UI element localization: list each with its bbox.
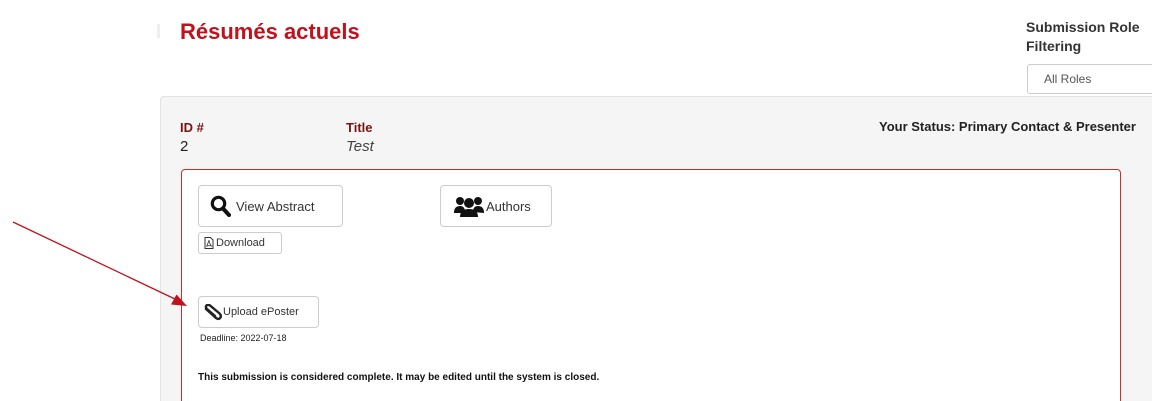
faint-edge-mark [157, 24, 160, 38]
role-filter: Submission Role Filtering All Roles [1026, 18, 1152, 94]
id-value: 2 [180, 138, 189, 155]
id-label: ID # [180, 120, 204, 135]
page-title: Résumés actuels [180, 19, 360, 44]
download-label: Download [216, 237, 265, 249]
title-value: Test [346, 138, 374, 155]
completion-note: This submission is considered complete. … [198, 372, 600, 383]
authors-button[interactable]: Authors [440, 185, 552, 227]
users-icon [454, 195, 484, 217]
paperclip-icon [203, 303, 222, 321]
authors-label: Authors [486, 198, 531, 214]
abstract-actions-panel: View Abstract Authors Download Upload eP… [181, 169, 1121, 401]
upload-deadline: Deadline: 2022-07-18 [200, 333, 287, 343]
status-text: Your Status: Primary Contact & Presenter [879, 119, 1136, 134]
title-label: Title [346, 120, 373, 135]
role-filter-label: Submission Role Filtering [1026, 19, 1140, 54]
magnifier-icon [210, 195, 231, 217]
upload-eposter-label: Upload ePoster [223, 306, 299, 318]
role-filter-select[interactable]: All Roles [1027, 64, 1152, 94]
pdf-file-icon [204, 237, 214, 249]
abstract-card: ID # 2 Title Test Your Status: Primary C… [160, 96, 1152, 401]
upload-eposter-button[interactable]: Upload ePoster [198, 296, 319, 328]
view-abstract-button[interactable]: View Abstract [198, 185, 343, 227]
download-button[interactable]: Download [198, 232, 282, 254]
view-abstract-label: View Abstract [236, 198, 315, 214]
